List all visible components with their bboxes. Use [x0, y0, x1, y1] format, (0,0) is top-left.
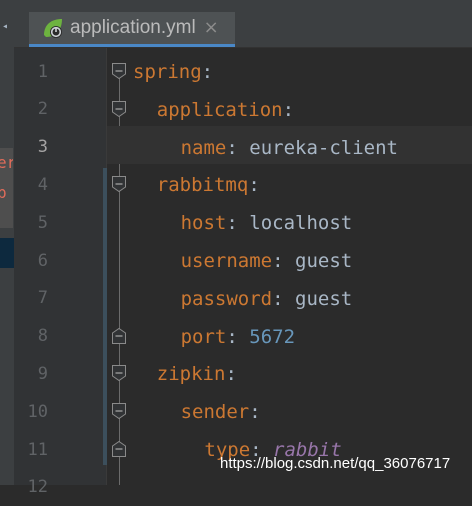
fold-end-icon[interactable] [111, 327, 127, 344]
line-number: 9 [37, 363, 48, 384]
yaml-colon: : [282, 98, 295, 121]
line-number: 2 [37, 99, 48, 120]
code-line[interactable]: name: eureka-client [181, 129, 398, 167]
close-icon[interactable]: × [204, 19, 219, 37]
vcs-change-marker [103, 168, 107, 465]
code-line[interactable]: sender: [181, 393, 261, 431]
yaml-key: password [180, 287, 273, 310]
yaml-key: host [180, 212, 227, 235]
code-line[interactable]: port: 5672 [181, 318, 295, 356]
yaml-colon: : [225, 363, 237, 386]
yaml-key: application [156, 98, 283, 121]
line-number: 3 [37, 137, 48, 158]
line-number: 12 [27, 477, 48, 498]
yaml-key: port [180, 325, 227, 348]
fold-collapse-icon[interactable] [111, 63, 127, 80]
line-number: 1 [37, 61, 48, 82]
yaml-key: sender [180, 401, 250, 424]
code-line[interactable]: host: localhost [181, 204, 353, 242]
yaml-value: eureka-client [249, 136, 398, 159]
tree-fragment-text: p [0, 183, 7, 202]
project-tree-fragment: er p [0, 148, 13, 228]
yaml-key: username [180, 250, 273, 272]
code-line[interactable]: application: [157, 91, 294, 129]
tree-fragment-text: er [0, 153, 13, 172]
yaml-colon: : [272, 250, 295, 272]
line-number: 8 [37, 326, 48, 347]
yaml-value: 5672 [249, 325, 296, 348]
yaml-value: localhost [249, 212, 353, 235]
yaml-value: guest [295, 287, 353, 310]
yaml-key: rabbitmq [156, 174, 249, 197]
line-number: 7 [37, 288, 48, 309]
line-number: 11 [27, 439, 48, 460]
yaml-key: spring [133, 61, 202, 83]
watermark: https://blog.csdn.net/qq_36076717 [220, 455, 451, 472]
fold-collapse-icon[interactable] [111, 176, 127, 193]
yaml-colon: : [226, 136, 250, 159]
project-panel-edge: ◂ er p [0, 0, 15, 485]
line-number: 6 [37, 250, 48, 271]
yaml-key: zipkin [156, 363, 226, 386]
tab-application-yml[interactable]: application.yml × [29, 12, 235, 47]
tree-selection-highlight [0, 238, 14, 268]
code-line[interactable]: rabbitmq: [157, 166, 260, 204]
code-line[interactable]: password: guest [181, 280, 353, 318]
yaml-colon: : [248, 174, 260, 197]
yaml-colon: : [226, 325, 250, 348]
collapse-arrow-icon[interactable]: ◂ [2, 22, 12, 32]
yaml-value: guest [295, 250, 353, 272]
fold-collapse-icon[interactable] [111, 403, 127, 420]
editor-tab-bar: application.yml × [14, 0, 472, 48]
line-number: 4 [37, 174, 48, 195]
yaml-colon: : [272, 287, 295, 310]
yaml-colon: : [226, 212, 250, 235]
spring-leaf-icon [41, 16, 65, 40]
line-number: 10 [27, 401, 48, 422]
code-line[interactable]: zipkin: [157, 355, 237, 393]
yaml-colon: : [249, 401, 261, 424]
code-line[interactable]: spring: [133, 53, 213, 91]
yaml-key: name [180, 136, 227, 159]
fold-collapse-icon[interactable] [111, 365, 127, 382]
fold-end-icon[interactable] [111, 440, 127, 457]
line-number: 5 [37, 212, 48, 233]
yaml-colon: : [201, 61, 214, 83]
tab-label: application.yml [70, 17, 196, 38]
fold-collapse-icon[interactable] [111, 100, 127, 117]
code-line[interactable]: username: guest [181, 242, 353, 280]
